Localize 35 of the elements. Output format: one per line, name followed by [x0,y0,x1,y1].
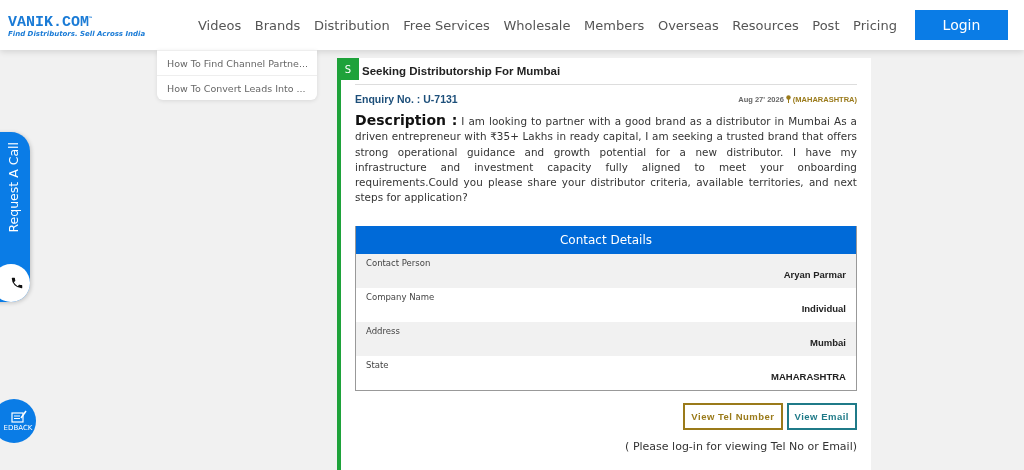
login-button[interactable]: Login [915,10,1008,40]
enquiry-title: Seeking Distributorship For Mumbai [355,58,857,85]
nav-link[interactable]: Post [812,17,840,33]
menu-item[interactable]: How To Convert Leads Into ... [157,75,317,100]
enquiry-number: Enquiry No. : U-7131 [355,93,458,105]
field-label: Company Name [366,291,435,302]
field-value: Individual [801,302,846,314]
nav-link[interactable]: Videos [198,17,242,33]
field-label: Address [366,325,400,336]
logo-wordmark[interactable]: VANIK.COM$^{™}$ [8,12,198,30]
request-call-tab[interactable]: Request A Call [0,132,30,302]
menu-item[interactable]: How To Find Channel Partne... [157,50,317,75]
field-value: Mumbai [810,336,846,348]
field-label: Contact Person [366,257,431,268]
view-email-button[interactable]: View Email [786,402,857,430]
notepad-icon [11,410,27,424]
letter-badge: S [337,58,359,80]
nav-link[interactable]: Overseas [657,17,719,33]
nav-link[interactable]: Free Services [403,17,490,33]
field-value: Aryan Parmar [783,268,846,280]
nav-link[interactable]: Pricing [853,17,897,33]
nav-link[interactable]: Distribution [313,17,390,33]
description-text: Description : I am looking to partner with a good brand as a distributor in Mumbai As a driven entrepreneur with ₹35+ Lakhs in ready capital, I am seeking a trusted brand that offers strong operational guidance and growth potential for a new distributor. I have my infrastructure and investment capacity fully aligned to meet your onboarding requirements.Could you please share your distributor criteria, available territories, and next steps for application? [355,113,857,206]
field-value: MAHARASHTRA [771,370,846,382]
pin-icon [785,95,791,103]
view-tel-button[interactable]: View Tel Number [683,402,783,430]
nav-link[interactable]: Wholesale [503,17,571,33]
login-note: ( Please log-in for viewing Tel No or Email) [624,439,857,453]
request-call-label: Request A Call [6,142,21,233]
field-label: State [366,359,389,370]
nav-link[interactable]: Resources [732,17,799,33]
nav-link[interactable]: Brands [254,17,301,33]
nav-link[interactable]: Members [584,17,645,33]
table-header: Contact Details [356,225,856,254]
phone-icon [0,264,30,302]
